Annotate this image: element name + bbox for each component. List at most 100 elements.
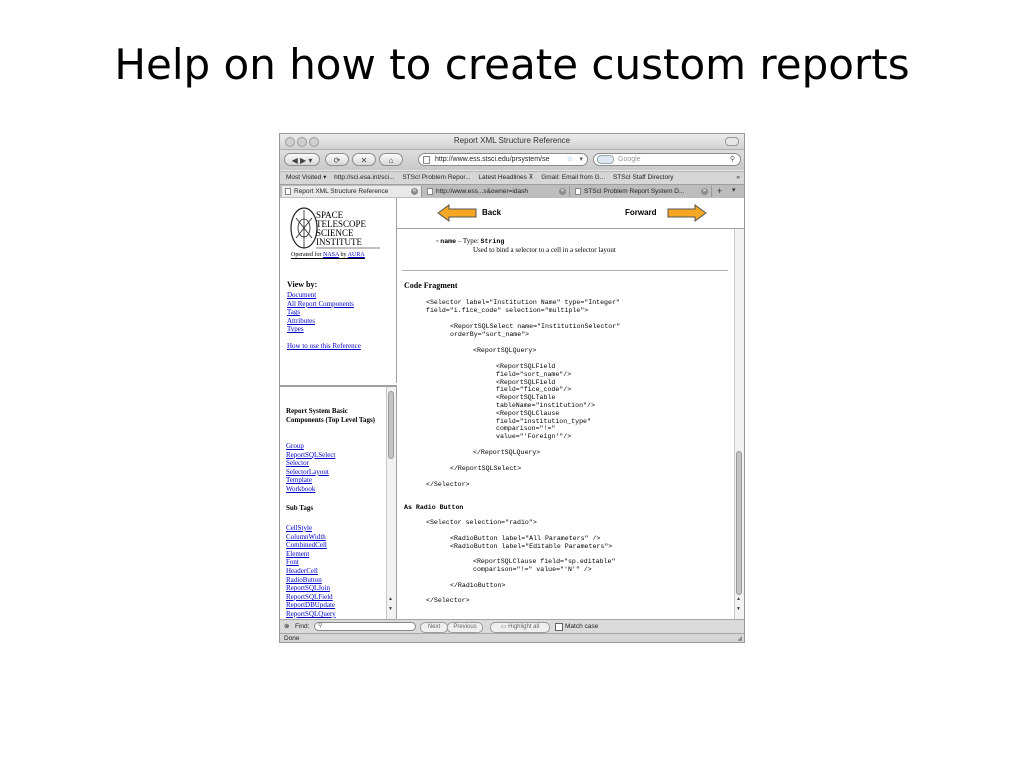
link-radiobutton[interactable]: RadioButton [286,576,336,585]
code-radio-clause: <ReportSQLClause field="sp.editable" com… [473,558,616,573]
link-how-to-use[interactable]: How to use this Reference [287,342,361,351]
code-reportsqlquery-close: </ReportSQLQuery> [473,449,541,456]
link-document[interactable]: Document [287,291,354,300]
resize-grip-icon[interactable]: ◢ [737,634,742,642]
scroll-down-arrow-icon[interactable]: ▼ [736,607,741,612]
home-icon: ⌂ [388,156,394,165]
bookmark-item[interactable]: Most Visited ▾ [286,174,326,181]
link-selector[interactable]: Selector [286,459,335,468]
link-group[interactable]: Group [286,442,335,451]
navigation-toolbar: ◀ ▶ ▾ ⟳ ✕ ⌂ http://www.ess.stsci.edu/prs… [280,150,744,170]
stsci-logo[interactable]: SPACE TELESCOPE SCIENCE INSTITUTE Operat… [288,204,388,262]
tab-problem-report[interactable]: STScI Problem Report System D... ✕ [572,186,712,197]
link-font[interactable]: Font [286,558,336,567]
link-template[interactable]: Template [286,476,335,485]
bookmark-item[interactable]: STScI Problem Repor... [402,174,470,181]
main-scrollbar-thumb[interactable] [736,451,742,595]
main-scrollbar[interactable]: ▲ ▼ [734,229,744,619]
search-magnifier-icon[interactable]: ⚲ [730,154,735,166]
tab-ess[interactable]: http://www.ess...s&owner=idash ✕ [424,186,570,197]
code-radiobuttons: <RadioButton label="All Parameters" /> <… [450,535,613,550]
tab-label: http://www.ess...s&owner=idash [436,188,528,195]
close-tab-icon[interactable]: ✕ [559,188,566,195]
find-magnifier-icon: ⚲ [318,623,323,629]
link-reportsqlquery[interactable]: ReportSQLQuery [286,610,336,619]
code-reportsqlselect-close: </ReportSQLSelect> [450,465,522,472]
find-previous-button[interactable]: Previous [447,622,483,633]
code-selector-close: </Selector> [426,481,470,488]
view-by-links: Document All Report Components Tags Attr… [287,291,354,334]
code-radiobutton-close: </RadioButton> [450,582,506,589]
link-combinedcell[interactable]: CombinedCell [286,541,336,550]
bookmark-item[interactable]: Latest Headlines ⊼ [478,174,533,181]
stop-button[interactable]: ✕ [352,153,376,166]
bookmark-item[interactable]: http://sci.esa.int/sci... [334,174,394,181]
new-tab-icon[interactable]: + [717,185,722,197]
code-fragment-heading: Code Fragment [404,281,458,290]
link-selectorlayout[interactable]: SelectorLayout [286,468,335,477]
scroll-down-arrow-icon[interactable]: ▼ [388,607,393,612]
link-all-report-components[interactable]: All Report Components [287,300,354,309]
left-scrollbar-thumb[interactable] [388,391,394,459]
close-tab-icon[interactable]: ✕ [411,188,418,195]
link-attributes[interactable]: Attributes [287,317,354,326]
link-reportdbupdate[interactable]: ReportDBUpdate [286,601,336,610]
link-tags[interactable]: Tags [287,308,354,317]
link-reportsqlselect[interactable]: ReportSQLSelect [286,451,335,460]
url-input[interactable]: http://www.ess.stsci.edu/prsystem/se ☆ ▾ [418,153,588,166]
code-reportsqlselect-open: <ReportSQLSelect name="InstitutionSelect… [450,323,621,338]
link-columnwidth[interactable]: ColumnWidth [286,533,336,542]
tab-label: Report XML Structure Reference [294,188,389,195]
google-search-engine-icon[interactable] [597,155,614,164]
link-headercell[interactable]: HeaderCell [286,567,336,576]
search-input[interactable]: Google ⚲ [593,153,741,166]
find-label: Find: [295,623,310,630]
scroll-up-arrow-icon[interactable]: ▲ [736,597,741,602]
match-case-checkbox[interactable] [555,623,563,631]
url-dropdown-icon[interactable]: ▾ [579,154,583,165]
forward-arrow-icon[interactable]: ▶ [300,156,306,165]
find-input[interactable]: ⚲ [314,622,416,631]
aura-link[interactable]: AURA [348,252,365,258]
home-button[interactable]: ⌂ [379,153,403,166]
page-icon [575,188,581,195]
toolbar-toggle-button[interactable] [725,137,739,146]
attribute-name: name [440,238,457,245]
link-cellstyle[interactable]: CellStyle [286,524,336,533]
forward-link[interactable]: Forward [625,208,657,217]
bookmark-star-icon[interactable]: ☆ [567,154,573,165]
attribute-type: String [480,238,505,245]
page-icon [285,188,291,195]
nasa-link[interactable]: NASA [323,252,339,258]
link-types[interactable]: Types [287,325,354,334]
link-workbook[interactable]: Workbook [286,485,335,494]
code-reportsql-fields: <ReportSQLField field="sort_name"/> <Rep… [496,363,595,441]
bookmark-item[interactable]: Gmail: Email from G... [541,174,605,181]
forward-arrow-icon[interactable] [667,204,707,222]
close-tab-icon[interactable]: ✕ [701,188,708,195]
back-arrow-icon[interactable] [437,204,477,222]
tab-report-xml[interactable]: Report XML Structure Reference ✕ [282,186,422,197]
highlight-all-button[interactable]: ▭ Highlight all [490,622,550,633]
history-dropdown-icon[interactable]: ▾ [308,156,312,165]
code-radio-selector-close: </Selector> [426,597,470,604]
back-arrow-icon[interactable]: ◀ [292,156,298,165]
bookmarks-overflow-icon[interactable]: » [736,172,740,184]
close-find-icon[interactable]: ⊗ [284,620,289,633]
link-reportsqlfield[interactable]: ReportSQLField [286,593,336,602]
back-forward-buttons[interactable]: ◀ ▶ ▾ [284,153,320,166]
back-link[interactable]: Back [482,208,501,217]
operated-for-text: Operated for [291,252,323,258]
slide-title: Help on how to create custom reports [114,40,910,89]
scroll-up-arrow-icon[interactable]: ▲ [388,597,393,602]
left-scrollbar[interactable]: ▲ ▼ [386,387,396,619]
find-next-button[interactable]: Next [420,622,448,633]
logo-line: INSTITUTE [316,237,362,247]
bookmark-item[interactable]: STScI Staff Directory [613,174,674,181]
link-reportsqljoin[interactable]: ReportSQLJoin [286,584,336,593]
attribute-description: Used to bind a selector to a cell in a s… [473,246,616,254]
reload-button[interactable]: ⟳ [325,153,349,166]
tab-list-icon[interactable]: ▾ [732,185,736,197]
browser-window: Report XML Structure Reference ◀ ▶ ▾ ⟳ ✕… [279,133,745,643]
link-element[interactable]: Element [286,550,336,559]
